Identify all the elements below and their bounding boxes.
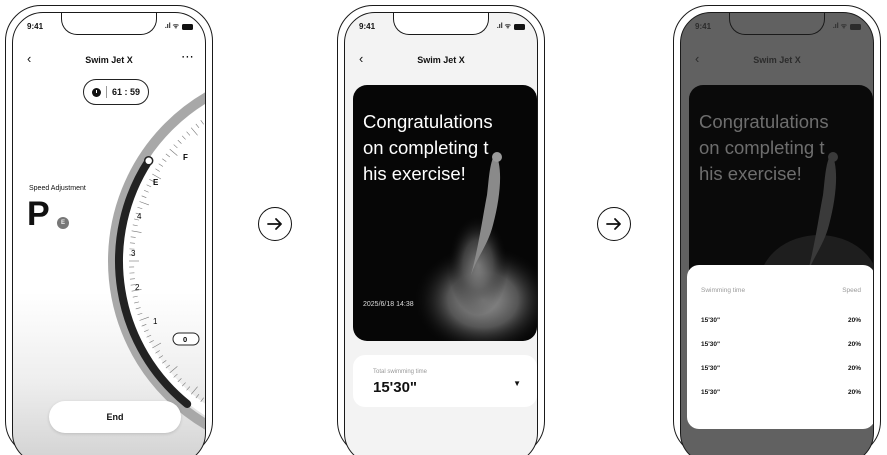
speed-adjustment-label: Speed Adjustment	[29, 185, 86, 192]
status-time: 9:41	[27, 22, 44, 31]
notch	[393, 13, 489, 35]
table-row: 15'30" 20%	[701, 317, 861, 324]
row-time: 15'30"	[701, 365, 721, 372]
dial-label-0: 0	[183, 335, 187, 344]
signal-wifi-icon: .ıl ᯤ	[164, 23, 179, 30]
dial-label-4: 4	[137, 212, 142, 221]
phone-congratulations: 9:41 .ıl ᯤ ‹ Swim Jet X Congratulations …	[337, 5, 545, 455]
status-time: 9:41	[359, 22, 376, 31]
status-icons: .ıl ᯤ	[497, 22, 525, 31]
notch	[729, 13, 825, 35]
column-speed: Speed	[842, 287, 861, 294]
column-swimming-time: Swimming time	[701, 287, 746, 294]
more-button[interactable]: ⋯	[181, 49, 195, 65]
arrow-right-icon	[267, 218, 282, 230]
battery-icon	[514, 23, 525, 30]
battery-icon	[850, 23, 861, 30]
gear-badge: E	[57, 217, 69, 229]
total-time-label: Total swimming time	[373, 369, 428, 375]
exercise-date: 2025/6/18 14:38	[363, 301, 414, 308]
row-time: 15'30"	[701, 317, 721, 324]
phone-speed-control: 9:41 .ıl ᯤ ‹ Swim Jet X ⋯ 61 : 59 F E 4	[5, 5, 213, 455]
battery-icon	[182, 23, 193, 30]
dial-label-1: 1	[153, 317, 158, 326]
screen: 9:41 .ıl ᯤ ‹ Swim Jet X Congratulations …	[680, 12, 874, 455]
congratulations-message: Congratulations on completing this exerc…	[699, 111, 829, 184]
dial-label-f: F	[183, 153, 188, 162]
status-icons: .ıl ᯤ	[165, 22, 193, 31]
dial-label-2: 2	[135, 283, 140, 292]
notch	[61, 13, 157, 35]
flow-arrow-2	[597, 207, 631, 241]
total-swimming-time-card[interactable]: Total swimming time 15'30" ▼	[353, 355, 537, 407]
sheet-header: Swimming time Speed	[701, 287, 861, 294]
end-button[interactable]: End	[49, 401, 181, 433]
gear-indicator: P	[27, 195, 50, 233]
row-time: 15'30"	[701, 389, 721, 396]
flow-arrow-1	[258, 207, 292, 241]
row-time: 15'30"	[701, 341, 721, 348]
table-row: 15'30" 20%	[701, 341, 861, 348]
screen: 9:41 .ıl ᯤ ‹ Swim Jet X ⋯ 61 : 59 F E 4	[12, 12, 206, 455]
row-speed: 20%	[847, 341, 861, 348]
status-time: 9:41	[695, 22, 712, 31]
dial-label-e: E	[153, 178, 159, 187]
dial-label-3: 3	[131, 249, 136, 258]
signal-wifi-icon: .ıl ᯤ	[496, 23, 511, 30]
page-title: Swim Jet X	[417, 55, 465, 65]
signal-wifi-icon: .ıl ᯤ	[832, 23, 847, 30]
table-row: 15'30" 20%	[701, 365, 861, 372]
arrow-right-icon	[606, 218, 621, 230]
swim-details-sheet: Swimming time Speed 15'30" 20% 15'30" 20…	[687, 265, 873, 429]
table-row: 15'30" 20%	[701, 389, 861, 396]
row-speed: 20%	[847, 365, 861, 372]
congratulations-message: Congratulations on completing this exerc…	[363, 111, 493, 184]
status-icons: .ıl ᯤ	[833, 22, 861, 31]
phone-swim-details: 9:41 .ıl ᯤ ‹ Swim Jet X Congratulations …	[673, 5, 881, 455]
row-speed: 20%	[847, 317, 861, 324]
page-title: Swim Jet X	[85, 55, 133, 65]
congratulations-card: Congratulations on completing this exerc…	[353, 85, 537, 341]
caret-down-icon[interactable]: ▼	[513, 379, 521, 388]
speed-dial[interactable]: F E 4 3 2 1 0	[13, 13, 206, 453]
total-time-value: 15'30"	[373, 379, 418, 396]
screen: 9:41 .ıl ᯤ ‹ Swim Jet X Congratulations …	[344, 12, 538, 455]
page-title: Swim Jet X	[753, 55, 801, 65]
dial-handle[interactable]	[143, 156, 154, 166]
row-speed: 20%	[847, 389, 861, 396]
